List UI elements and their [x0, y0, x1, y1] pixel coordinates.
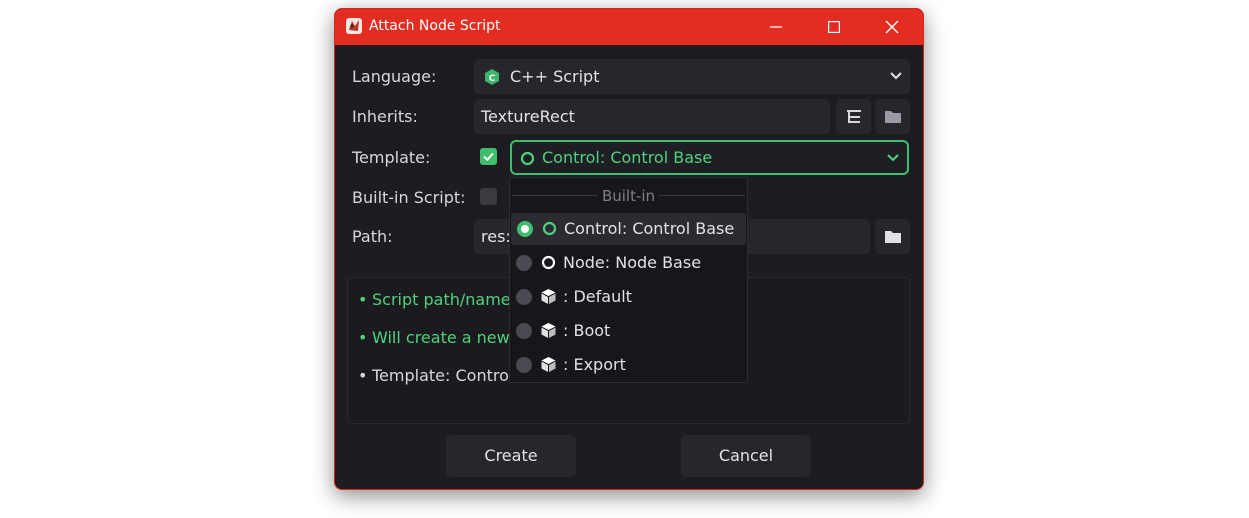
info-text: Template: Contro: [372, 366, 509, 385]
option-label: Node: Node Base: [563, 253, 702, 272]
template-value: Control: Control Base: [542, 148, 713, 167]
template-label: Template:: [352, 148, 431, 167]
option-label: : Export: [563, 355, 626, 374]
godot-app-icon: [346, 18, 362, 34]
template-select[interactable]: Control: Control Base: [510, 140, 909, 175]
dropdown-option-default[interactable]: : Default: [510, 281, 747, 313]
inherits-browse-button[interactable]: [875, 99, 910, 134]
chevron-down-icon: [887, 154, 899, 162]
info-line: • Will create a new: [358, 328, 510, 347]
info-line: • Script path/name: [358, 290, 511, 309]
inherits-label: Inherits:: [352, 107, 418, 126]
info-line: • Template: Contro: [358, 366, 509, 385]
language-label: Language:: [352, 67, 437, 86]
maximize-icon: [828, 21, 840, 33]
create-button[interactable]: Create: [446, 435, 576, 477]
minimize-icon: [770, 26, 782, 28]
cube-icon: [541, 357, 556, 372]
close-button[interactable]: [863, 9, 921, 45]
section-header-label: Built-in: [597, 187, 660, 205]
radio-icon: [516, 357, 532, 373]
class-tree-icon: [846, 109, 861, 123]
radio-icon: [516, 323, 532, 339]
inherits-tree-button[interactable]: [836, 99, 871, 134]
option-label: : Default: [563, 287, 632, 306]
dropdown-option-control-base[interactable]: Control: Control Base: [511, 213, 746, 245]
info-text: Script path/name: [372, 290, 511, 309]
cancel-button[interactable]: Cancel: [681, 435, 811, 477]
builtin-script-label: Built-in Script:: [352, 188, 466, 207]
option-label: : Boot: [563, 321, 611, 340]
circle-icon: [541, 255, 556, 270]
dropdown-option-export[interactable]: : Export: [510, 349, 747, 381]
radio-selected-icon: [517, 221, 533, 237]
circle-icon: [542, 221, 557, 236]
inherits-input[interactable]: TextureRect: [474, 99, 830, 134]
cpp-script-icon: C: [485, 69, 499, 85]
window-title: Attach Node Script: [369, 18, 501, 34]
minimize-button[interactable]: [747, 9, 805, 45]
builtin-script-checkbox[interactable]: [480, 188, 497, 205]
template-checkbox[interactable]: [480, 148, 497, 165]
chevron-down-icon: [890, 72, 902, 80]
path-value: res:: [481, 227, 511, 246]
language-value: C++ Script: [510, 67, 600, 86]
folder-icon: [884, 230, 901, 243]
title-bar[interactable]: Attach Node Script: [335, 9, 923, 45]
cube-icon: [541, 323, 556, 338]
path-browse-button[interactable]: [875, 219, 910, 254]
folder-icon: [884, 110, 901, 123]
info-text: Will create a new: [372, 328, 510, 347]
circle-icon: [520, 151, 535, 166]
path-label: Path:: [352, 227, 393, 246]
option-label: Control: Control Base: [564, 219, 735, 238]
radio-icon: [516, 289, 532, 305]
template-dropdown-popup: Built-in Control: Control Base Node: Nod…: [509, 177, 748, 383]
cube-icon: [541, 289, 556, 304]
svg-text:C: C: [489, 74, 496, 84]
close-icon: [885, 20, 899, 34]
dropdown-option-node-base[interactable]: Node: Node Base: [510, 247, 747, 279]
dropdown-section-header: Built-in: [510, 186, 749, 206]
dropdown-option-boot[interactable]: : Boot: [510, 315, 747, 347]
inherits-value: TextureRect: [481, 107, 575, 126]
radio-icon: [516, 255, 532, 271]
checkmark-icon: [483, 152, 494, 162]
maximize-button[interactable]: [805, 9, 863, 45]
language-select[interactable]: C C++ Script: [474, 59, 910, 94]
